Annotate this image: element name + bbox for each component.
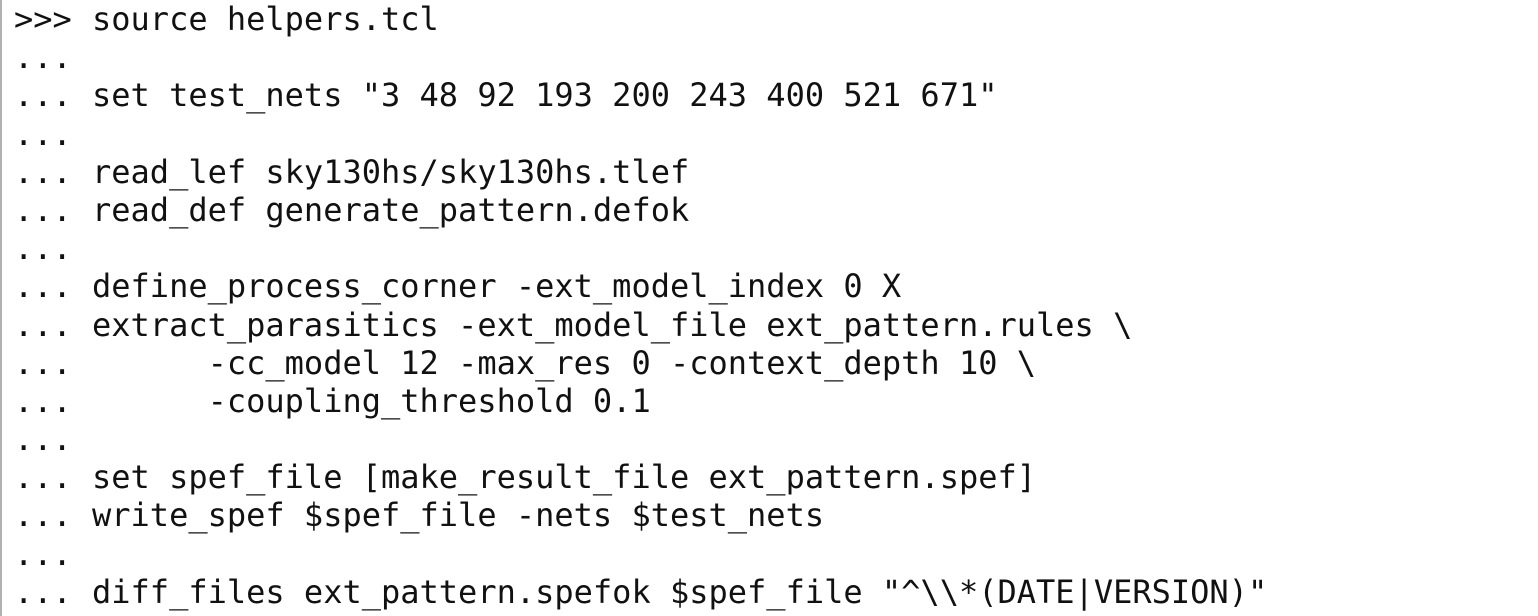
console-line: ... [14, 229, 1538, 267]
console-line: ... write_spef $spef_file -nets $test_ne… [14, 496, 1538, 534]
prompt-symbol: ... [14, 420, 72, 459]
console-line: ... set spef_file [make_result_file ext_… [14, 458, 1538, 496]
prompt-symbol: >>> [14, 0, 72, 38]
code-text: read_lef sky130hs/sky130hs.tlef [92, 152, 690, 191]
python-console[interactable]: >>> source helpers.tcl ... ... set test_… [0, 0, 1538, 616]
console-line: ... [14, 115, 1538, 153]
console-line: ... diff_files ext_pattern.spefok $spef_… [14, 573, 1538, 611]
prompt-symbol: ... [14, 305, 72, 344]
console-line: ... define_process_corner -ext_model_ind… [14, 267, 1538, 305]
prompt-symbol: ... [14, 114, 72, 153]
code-text: read_def generate_pattern.defok [92, 190, 690, 229]
console-output: >>> source helpers.tcl ... ... set test_… [14, 0, 1538, 611]
code-text: define_process_corner -ext_model_index 0… [92, 267, 902, 306]
prompt-symbol: ... [14, 343, 72, 382]
prompt-symbol: ... [14, 190, 72, 229]
code-text: source helpers.tcl [92, 0, 439, 38]
code-text: -cc_model 12 -max_res 0 -context_depth 1… [92, 343, 1037, 382]
prompt-symbol: ... [14, 572, 72, 611]
prompt-symbol: ... [14, 152, 72, 191]
prompt-symbol: ... [14, 76, 72, 115]
console-line: ... [14, 38, 1538, 76]
console-line: >>> source helpers.tcl [14, 0, 1538, 38]
code-text: extract_parasitics -ext_model_file ext_p… [92, 305, 1133, 344]
code-text: set test_nets "3 48 92 193 200 243 400 5… [92, 76, 998, 115]
prompt-symbol: ... [14, 38, 72, 77]
console-line: ... [14, 535, 1538, 573]
console-line: ... read_def generate_pattern.defok [14, 191, 1538, 229]
console-line: ... [14, 420, 1538, 458]
prompt-symbol: ... [14, 267, 72, 306]
console-line: ... -cc_model 12 -max_res 0 -context_dep… [14, 344, 1538, 382]
prompt-symbol: ... [14, 534, 72, 573]
console-line: ... -coupling_threshold 0.1 [14, 382, 1538, 420]
prompt-symbol: ... [14, 458, 72, 497]
prompt-symbol: ... [14, 381, 72, 420]
prompt-symbol: ... [14, 229, 72, 268]
console-line: ... set test_nets "3 48 92 193 200 243 4… [14, 76, 1538, 114]
code-text: diff_files ext_pattern.spefok $spef_file… [92, 572, 1268, 611]
console-line: ... extract_parasitics -ext_model_file e… [14, 306, 1538, 344]
code-text: write_spef $spef_file -nets $test_nets [92, 496, 825, 535]
console-line: ... read_lef sky130hs/sky130hs.tlef [14, 153, 1538, 191]
code-text: set spef_file [make_result_file ext_patt… [92, 458, 1037, 497]
prompt-symbol: ... [14, 496, 72, 535]
code-text: -coupling_threshold 0.1 [92, 381, 651, 420]
